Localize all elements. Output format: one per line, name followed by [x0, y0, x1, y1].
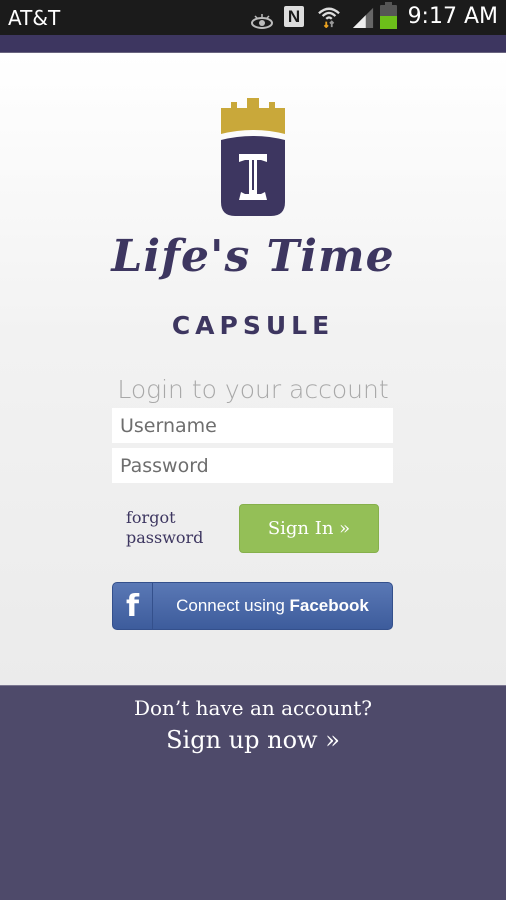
wifi-icon — [318, 7, 340, 28]
logo-wordmark: Life's Time — [111, 231, 395, 282]
eye-icon — [251, 14, 273, 29]
forgot-password-link[interactable]: forgot password — [126, 508, 226, 548]
clock: 9:17 AM — [407, 4, 498, 29]
facebook-button-label: Connect using Facebook — [153, 596, 392, 616]
login-heading: Login to your account — [117, 375, 389, 404]
nfc-icon: N — [284, 6, 304, 27]
sign-in-button[interactable]: Sign In » — [239, 504, 379, 553]
status-bar: AT&T N 9:17 AM — [0, 0, 506, 35]
battery-fill — [380, 15, 397, 29]
username-input[interactable] — [112, 408, 393, 443]
facebook-brand: Facebook — [289, 596, 369, 615]
castle-crest-logo-icon — [221, 98, 285, 216]
logo-subtitle: CAPSULE — [171, 311, 335, 340]
carrier-label: AT&T — [8, 6, 61, 30]
signal-icon — [352, 7, 374, 28]
facebook-prefix: Connect using — [176, 596, 290, 615]
app-top-bar — [0, 35, 506, 53]
battery-icon — [380, 2, 397, 29]
sign-up-link[interactable]: Sign up now » — [0, 726, 506, 754]
facebook-icon: f — [113, 583, 153, 629]
password-input[interactable] — [112, 448, 393, 483]
facebook-connect-button[interactable]: f Connect using Facebook — [112, 582, 393, 630]
login-panel: Life's Time CAPSULE Login to your accoun… — [0, 53, 506, 685]
no-account-prompt: Don’t have an account? — [133, 696, 373, 720]
signup-footer: Don’t have an account? Sign up now » — [0, 685, 506, 900]
